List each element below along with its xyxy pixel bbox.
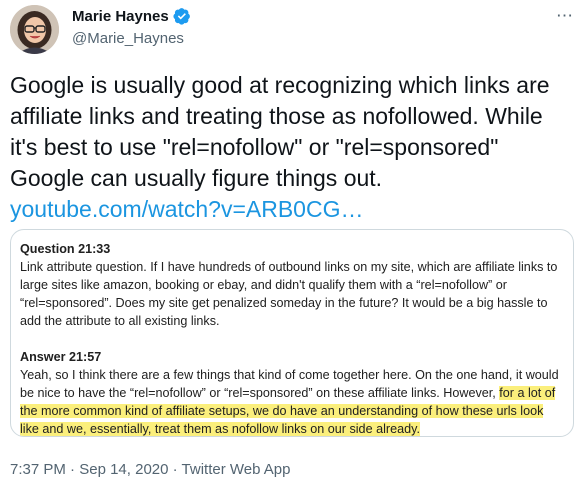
tweet-time[interactable]: 7:37 PM xyxy=(10,461,66,478)
answer-body: Yeah, so I think there are a few things … xyxy=(20,366,561,436)
tweet-text: Google is usually good at recognizing wh… xyxy=(10,70,576,225)
verified-badge-icon xyxy=(173,8,190,25)
question-title: Question 21:33 xyxy=(20,242,111,256)
meta-separator: · xyxy=(65,461,80,478)
author-name-row[interactable]: Marie Haynes xyxy=(72,7,191,25)
attached-image-card[interactable]: Question 21:33 Link attribute question. … xyxy=(10,229,574,437)
tweet-body: Google is usually good at recognizing wh… xyxy=(10,72,550,191)
tweet-link[interactable]: youtube.com/watch?v=ARB0CG… xyxy=(10,196,363,222)
more-dots-icon[interactable]: ⋯ xyxy=(556,6,574,26)
answer-title: Answer 21:57 xyxy=(20,350,102,364)
author-handle[interactable]: @Marie_Haynes xyxy=(72,30,184,47)
tweet-meta: 7:37 PM · Sep 14, 2020 · Twitter Web App xyxy=(10,461,290,478)
tweet-source[interactable]: Twitter Web App xyxy=(182,461,291,478)
avatar[interactable] xyxy=(10,5,59,54)
question-body: Link attribute question. If I have hundr… xyxy=(20,260,558,328)
meta-separator: · xyxy=(168,461,182,478)
tweet-date[interactable]: Sep 14, 2020 xyxy=(79,461,168,478)
answer-text: Yeah, so I think there are a few things … xyxy=(20,368,559,400)
author-display-name[interactable]: Marie Haynes xyxy=(72,8,169,25)
profile-photo xyxy=(10,5,59,54)
